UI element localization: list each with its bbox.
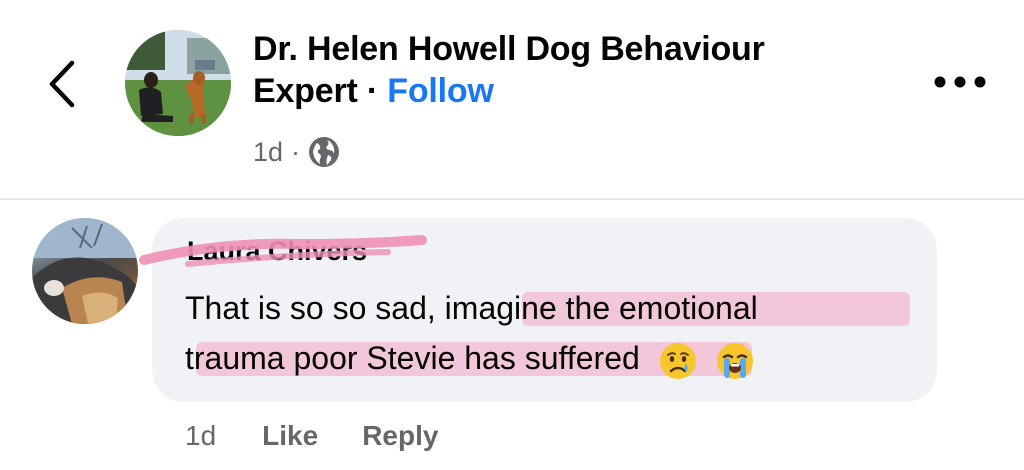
post-meta: 1d · <box>253 134 340 170</box>
comment-timestamp[interactable]: 1d <box>185 420 216 452</box>
comment-text: trauma poor Stevie has suffered <box>185 340 640 376</box>
back-button[interactable] <box>38 58 86 110</box>
title-separator: · <box>366 72 378 110</box>
page-avatar[interactable] <box>125 30 231 136</box>
meta-separator: · <box>291 136 301 167</box>
more-options-icon <box>934 76 986 88</box>
crying-face-emoji <box>659 342 696 379</box>
post-timestamp[interactable]: 1d <box>253 137 283 168</box>
loudly-crying-face-emoji <box>716 342 753 379</box>
comment-actions: 1d Like Reply <box>185 418 482 454</box>
comment-text-line2: trauma poor Stevie has suffered <box>185 338 754 380</box>
reply-button[interactable]: Reply <box>362 420 438 452</box>
commenter-avatar[interactable] <box>32 218 138 324</box>
comment-text-line1: That is so so sad, imagine the emotional <box>185 288 758 328</box>
post-header: Dr. Helen Howell Dog Behaviour Expert · … <box>0 0 1024 198</box>
commenter-photo <box>32 218 138 324</box>
follow-button[interactable]: Follow <box>387 72 494 110</box>
comment-text: That is so so sad, imagine the emotional <box>185 290 758 326</box>
comment-author[interactable]: Laura Chivers <box>187 236 367 267</box>
like-button[interactable]: Like <box>262 420 318 452</box>
header-divider <box>0 198 1024 200</box>
avatar-photo <box>125 30 231 136</box>
page-title: Dr. Helen Howell Dog Behaviour Expert · … <box>253 28 873 112</box>
chevron-left-icon <box>49 60 75 108</box>
globe-icon <box>309 137 340 167</box>
page-name-link[interactable]: Dr. Helen Howell Dog Behaviour Expert <box>253 30 765 110</box>
more-options-button[interactable] <box>930 64 990 100</box>
